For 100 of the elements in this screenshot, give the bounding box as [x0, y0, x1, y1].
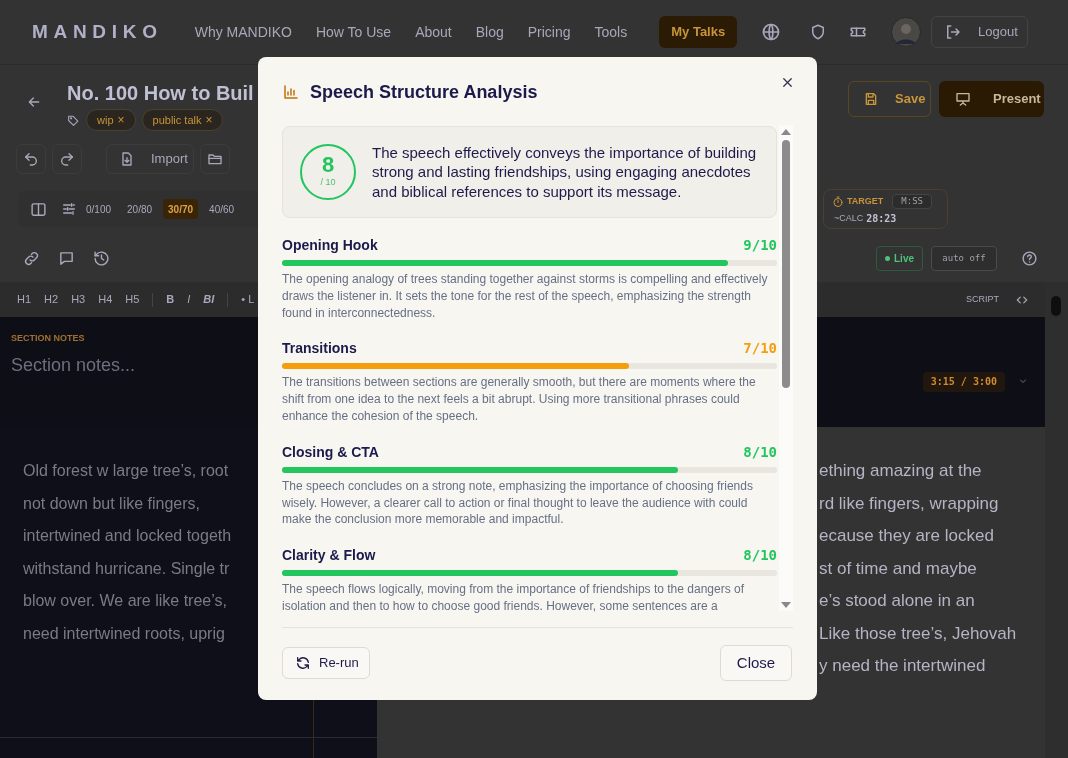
- criterion-score: 9/10: [743, 236, 777, 255]
- nav-link[interactable]: Tools: [594, 21, 628, 43]
- logo[interactable]: MANDIKO: [32, 17, 163, 47]
- split-option[interactable]: 0/100: [81, 199, 117, 219]
- calc-label: ~CALC: [834, 211, 864, 225]
- import-button[interactable]: Import: [106, 144, 194, 174]
- preview-text-line: st of time and maybe: [819, 557, 977, 580]
- nav-link[interactable]: Blog: [475, 21, 504, 43]
- bar-chart-icon: [282, 83, 300, 101]
- presentation-icon: [955, 91, 971, 107]
- format-button[interactable]: H2: [44, 291, 59, 308]
- section-notes-field[interactable]: Section notes...: [11, 351, 136, 379]
- save-icon: [863, 91, 879, 107]
- preview-text-line: e’s stood alone in an: [819, 590, 975, 612]
- nav-link[interactable]: How To Use: [315, 21, 392, 43]
- link-button[interactable]: [23, 250, 40, 267]
- talk-title: No. 100 How to Buil: [67, 81, 254, 106]
- redo-icon: [59, 151, 75, 167]
- folder-icon: [207, 151, 223, 167]
- format-button[interactable]: • L: [241, 291, 255, 308]
- auto-toggle[interactable]: auto off: [931, 246, 997, 271]
- format-button[interactable]: H4: [98, 291, 113, 308]
- refresh-icon: [295, 655, 311, 671]
- editor-text-line: need intertwined roots, uprig: [23, 623, 225, 644]
- split-option[interactable]: 30/70: [163, 199, 199, 219]
- preview-text-line: rd like fingers, wrapping: [819, 492, 999, 515]
- split-option[interactable]: 40/60: [204, 199, 240, 219]
- avatar[interactable]: [891, 17, 921, 47]
- preview-text-line: y need the intertwined: [819, 655, 986, 677]
- criterion-feedback: The speech concludes on a strong note, emphasizing the importance of choosing friends wisely. However, a clearer call to action or final thought to leave the audience with could make the conclusion more memorable and impactful.: [282, 477, 754, 529]
- script-label: SCRIPT: [966, 292, 999, 306]
- calc-value: 28:23: [866, 212, 897, 226]
- criterion-feedback: The speech flows logically, moving from the importance of friendships to the dangers of isolation and then to how to choose good friends. However, some sentences are a: [282, 581, 745, 615]
- criterion-name: Opening Hook: [282, 236, 378, 255]
- live-badge[interactable]: Live: [876, 246, 923, 271]
- split-option[interactable]: 20/80: [122, 199, 158, 219]
- timer-icon: [832, 195, 844, 208]
- sliders-icon: [61, 201, 77, 217]
- editor-text-line: intertwined and locked togeth: [23, 526, 232, 546]
- section-notes-label: SECTION NOTES: [11, 332, 86, 345]
- editor-text-line: not down but like fingers,: [23, 493, 200, 514]
- logout-icon: [944, 23, 962, 41]
- scroll-up-icon[interactable]: [781, 129, 791, 135]
- help-icon: [1021, 250, 1038, 267]
- dialog-title: Speech Structure Analysis: [310, 80, 538, 104]
- criterion-name: Clarity & Flow: [282, 546, 376, 566]
- comment-button[interactable]: [58, 250, 75, 267]
- remove-tag-button[interactable]: ×: [117, 111, 125, 129]
- undo-icon: [23, 151, 39, 167]
- editor-text-line: blow over. We are like tree’s,: [23, 591, 227, 611]
- link-icon: [23, 250, 40, 267]
- format-button[interactable]: H1: [17, 291, 32, 308]
- format-button[interactable]: BI: [203, 291, 215, 308]
- close-dialog-button[interactable]: Close: [720, 645, 792, 681]
- history-button[interactable]: [93, 250, 110, 267]
- summary-text: The speech effectively conveys the importance of building strong and lasting friendships, using engaging anecdotes and biblical references to support its message.: [372, 142, 758, 202]
- nav-link[interactable]: Why MANDIKO: [194, 21, 292, 43]
- criterion-feedback: The transitions between sections are generally smooth, but there are moments where the shift from one idea to the next feels a bit abrupt. Using more transitional phrases could enhance the cohesion of the speech.: [282, 374, 757, 425]
- history-icon: [93, 250, 110, 267]
- present-button[interactable]: Present: [939, 81, 1044, 117]
- editor-text-line: Old forest w large tree’s, root: [23, 461, 229, 481]
- undo-button[interactable]: [16, 144, 46, 174]
- nav-link[interactable]: Pricing: [527, 21, 571, 43]
- timer-badge: 3:15 / 3:00: [922, 372, 1005, 392]
- shield-icon: [809, 23, 827, 41]
- help-button[interactable]: [1021, 250, 1038, 267]
- file-import-icon: [119, 151, 135, 167]
- criterion-score: 8/10: [743, 442, 777, 462]
- scroll-down-icon[interactable]: [781, 602, 791, 608]
- criterion-name: Closing & CTA: [282, 442, 379, 462]
- rerun-button[interactable]: Re-run: [282, 647, 370, 679]
- format-button[interactable]: B: [166, 291, 175, 308]
- open-folder-button[interactable]: [200, 144, 230, 174]
- tag[interactable]: public talk ×: [141, 109, 224, 131]
- criterion-score: 8/10: [743, 546, 777, 566]
- preview-text-line: ecause they are locked: [819, 525, 994, 547]
- overall-score: 8: [321, 154, 335, 177]
- format-button[interactable]: H5: [125, 291, 140, 308]
- globe-icon: [761, 22, 781, 42]
- columns-icon: [30, 200, 47, 218]
- score-max: / 10: [320, 176, 336, 190]
- redo-button[interactable]: [52, 144, 82, 174]
- my-talks-button[interactable]: My Talks: [659, 16, 738, 48]
- target-label: TARGET: [847, 194, 884, 208]
- nav-link[interactable]: About: [415, 21, 452, 43]
- scrollbar-thumb[interactable]: [782, 140, 790, 388]
- back-arrow-icon: [26, 94, 42, 110]
- tag[interactable]: wip ×: [86, 109, 136, 131]
- preview-text-line: Like those tree’s, Jehovah: [819, 622, 1017, 645]
- format-button[interactable]: I: [187, 291, 191, 308]
- format-button[interactable]: H3: [71, 291, 86, 308]
- target-input[interactable]: M:SS: [892, 194, 933, 209]
- criterion-feedback: The opening analogy of trees standing together against storms is compelling and effectively draws the listener in. It sets the tone for the rest of the speech, emphasizing the strength found in interconnectedness.: [282, 271, 769, 322]
- editor-text-line: withstand hurricane. Single tr: [23, 558, 230, 579]
- logout-button[interactable]: Logout: [931, 16, 1028, 48]
- save-button[interactable]: Save: [848, 81, 931, 117]
- tag-icon: [67, 113, 80, 127]
- remove-tag-button[interactable]: ×: [205, 111, 213, 129]
- criterion-name: Transitions: [282, 339, 357, 359]
- criterion-score: 7/10: [743, 339, 777, 359]
